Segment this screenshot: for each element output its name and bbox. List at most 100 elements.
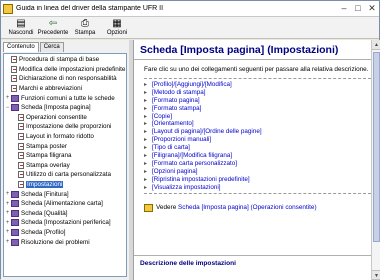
tree-item[interactable]: Impostazioni <box>4 180 126 190</box>
tree-item[interactable]: Procedura di stampa di base <box>4 55 126 65</box>
tree-item-label: Stampa filigrana <box>26 152 72 160</box>
link-arrow-icon: ▸ <box>144 121 148 128</box>
link-arrow-icon: ▸ <box>144 113 148 120</box>
expand-toggle-icon[interactable]: + <box>4 201 11 207</box>
scroll-thumb[interactable] <box>373 52 380 242</box>
close-button[interactable]: ✕ <box>365 3 379 15</box>
expand-toggle-icon[interactable]: + <box>4 210 11 216</box>
tree-item[interactable]: Stampa filigrana <box>4 151 126 161</box>
vertical-scrollbar[interactable]: ▲ ▼ <box>371 40 380 280</box>
settings-link[interactable]: ▸ [Visualizza impostazioni] <box>144 183 371 191</box>
link-arrow-icon: ▸ <box>144 81 148 88</box>
maximize-button[interactable]: □ <box>351 3 365 15</box>
settings-link[interactable]: ▸ [Filigrana]/[Modifica filigrana] <box>144 152 371 160</box>
tree-item[interactable]: − Scheda [Imposta pagina] <box>4 103 126 113</box>
tree-item[interactable]: + Scheda [Impostazioni periferica] <box>4 218 126 228</box>
tree-item-label: Layout in formato ridotto <box>26 133 94 141</box>
settings-link-label: [Metodo di stampa] <box>152 88 206 96</box>
settings-link-label: [Orientamento] <box>152 120 194 128</box>
settings-link[interactable]: ▸ [Formato carta personalizzato] <box>144 159 371 167</box>
tree-item[interactable]: Operazioni consentite <box>4 113 126 123</box>
book-icon <box>11 94 19 102</box>
page-title: Scheda [Imposta pagina] (Impostazioni) <box>134 40 380 60</box>
options-button[interactable]: ▦ Opzioni <box>101 18 133 36</box>
tree-item[interactable]: Layout in formato ridotto <box>4 132 126 142</box>
scroll-up-button[interactable]: ▲ <box>372 40 380 50</box>
minimize-button[interactable]: – <box>337 3 351 15</box>
tree-item[interactable]: + Funzioni comuni a tutte le schede <box>4 93 126 103</box>
settings-link-label: [Proporzioni manuali] <box>152 136 212 144</box>
settings-link[interactable]: ▸ [Formato stampa] <box>144 104 371 112</box>
nav-tabs: Contenuto Cerca <box>1 40 129 52</box>
settings-link[interactable]: ▸ [Proporzioni manuali] <box>144 136 371 144</box>
page-icon <box>18 161 24 169</box>
tree-item[interactable]: Stampa overlay <box>4 161 126 171</box>
page-icon <box>11 56 17 64</box>
book-icon <box>11 104 19 112</box>
expand-toggle-icon[interactable]: + <box>4 220 11 226</box>
tree-item[interactable]: Stampa poster <box>4 141 126 151</box>
link-arrow-icon: ▸ <box>144 105 148 112</box>
hide-pane-icon: ▤ <box>16 18 26 29</box>
expand-toggle-icon[interactable]: + <box>4 95 11 101</box>
tree-item-label: Scheda [Alimentazione carta] <box>21 200 103 208</box>
settings-link[interactable]: ▸ [Ripristina impostazioni predefinite] <box>144 175 371 183</box>
settings-link[interactable]: ▸ [Layout di pagina]/[Ordine delle pagine… <box>144 128 371 136</box>
tab-search[interactable]: Cerca <box>39 42 64 52</box>
settings-link-label: [Layout di pagina]/[Ordine delle pagine] <box>152 128 262 136</box>
window-title: Guida in linea del driver della stampant… <box>16 5 164 12</box>
tree-item[interactable]: Modifica delle impostazioni predefinite <box>4 65 126 75</box>
back-arrow-icon: ⇦ <box>48 18 58 29</box>
book-icon <box>11 200 19 208</box>
settings-link[interactable]: ▸ [Copie] <box>144 112 371 120</box>
settings-link-label: [Formato pagina] <box>152 96 200 104</box>
tree-item-label: Risoluzione dei problemi <box>21 238 90 246</box>
section-heading: Descrizione delle impostazioni <box>134 255 371 271</box>
link-arrow-icon: ▸ <box>144 184 148 191</box>
page-icon <box>18 113 24 121</box>
hide-button[interactable]: ▤ Nascondi <box>5 18 37 36</box>
book-icon <box>11 228 19 236</box>
tree-item-label: Scheda [Qualità] <box>21 209 68 217</box>
settings-link[interactable]: ▸ [Opzioni pagina] <box>144 167 371 175</box>
intro-text: Fare clic su uno dei collegamenti seguen… <box>144 66 369 73</box>
settings-link[interactable]: ▸ [Profilo]/[Aggiungi]/[Modifica] <box>144 81 371 89</box>
tree-item[interactable]: + Scheda [Finitura] <box>4 189 126 199</box>
tree-item-label: Impostazioni <box>26 181 64 189</box>
tree-item-label: Funzioni comuni a tutte le schede <box>21 94 115 102</box>
settings-link[interactable]: ▸ [Orientamento] <box>144 120 371 128</box>
settings-link[interactable]: ▸ [Metodo di stampa] <box>144 88 371 96</box>
tab-contents[interactable]: Contenuto <box>3 42 39 52</box>
tree-item[interactable]: Marchi e abbreviazioni <box>4 84 126 94</box>
hide-label: Nascondi <box>8 30 34 36</box>
see-also-prefix: Vedere <box>156 204 177 212</box>
tree-item[interactable]: + Scheda [Alimentazione carta] <box>4 199 126 209</box>
settings-link[interactable]: ▸ [Formato pagina] <box>144 96 371 104</box>
print-button[interactable]: ⎙ Stampa <box>69 18 101 36</box>
tree-item-label: Scheda [Profilo] <box>21 228 66 236</box>
content-body: Fare clic su uno dei collegamenti seguen… <box>134 60 380 212</box>
contents-tree: Procedura di stampa di base Modifica dell… <box>3 53 127 277</box>
see-also-link[interactable]: Scheda [Imposta pagina] (Operazioni cons… <box>178 204 317 211</box>
tree-item[interactable]: + Scheda [Profilo] <box>4 228 126 238</box>
tree-item[interactable]: Utilizzo di carta personalizzata <box>4 170 126 180</box>
back-button[interactable]: ⇦ Precedente <box>37 18 69 36</box>
tree-item[interactable]: + Scheda [Qualità] <box>4 209 126 219</box>
book-icon <box>11 190 19 198</box>
tree-item[interactable]: Impostazione delle proporzioni <box>4 122 126 132</box>
expand-toggle-icon[interactable]: + <box>4 239 11 245</box>
expand-toggle-icon[interactable]: + <box>4 229 11 235</box>
content-pane: Scheda [Imposta pagina] (Impostazioni) F… <box>133 40 380 280</box>
expand-toggle-icon[interactable]: − <box>4 105 11 111</box>
settings-link-label: [Copie] <box>152 112 172 120</box>
tree-item-label: Modifica delle impostazioni predefinite <box>19 65 126 73</box>
tree-item[interactable]: + Risoluzione dei problemi <box>4 237 126 247</box>
see-also-icon <box>144 203 153 212</box>
help-window: Guida in linea del driver della stampant… <box>0 0 380 280</box>
tree-item-label: Stampa overlay <box>26 161 70 169</box>
options-icon: ▦ <box>112 18 122 29</box>
link-arrow-icon: ▸ <box>144 129 148 136</box>
tree-item[interactable]: Dichiarazione di non responsabilità <box>4 74 126 84</box>
expand-toggle-icon[interactable]: + <box>4 191 11 197</box>
settings-link[interactable]: ▸ [Tipo di carta] <box>144 144 371 152</box>
